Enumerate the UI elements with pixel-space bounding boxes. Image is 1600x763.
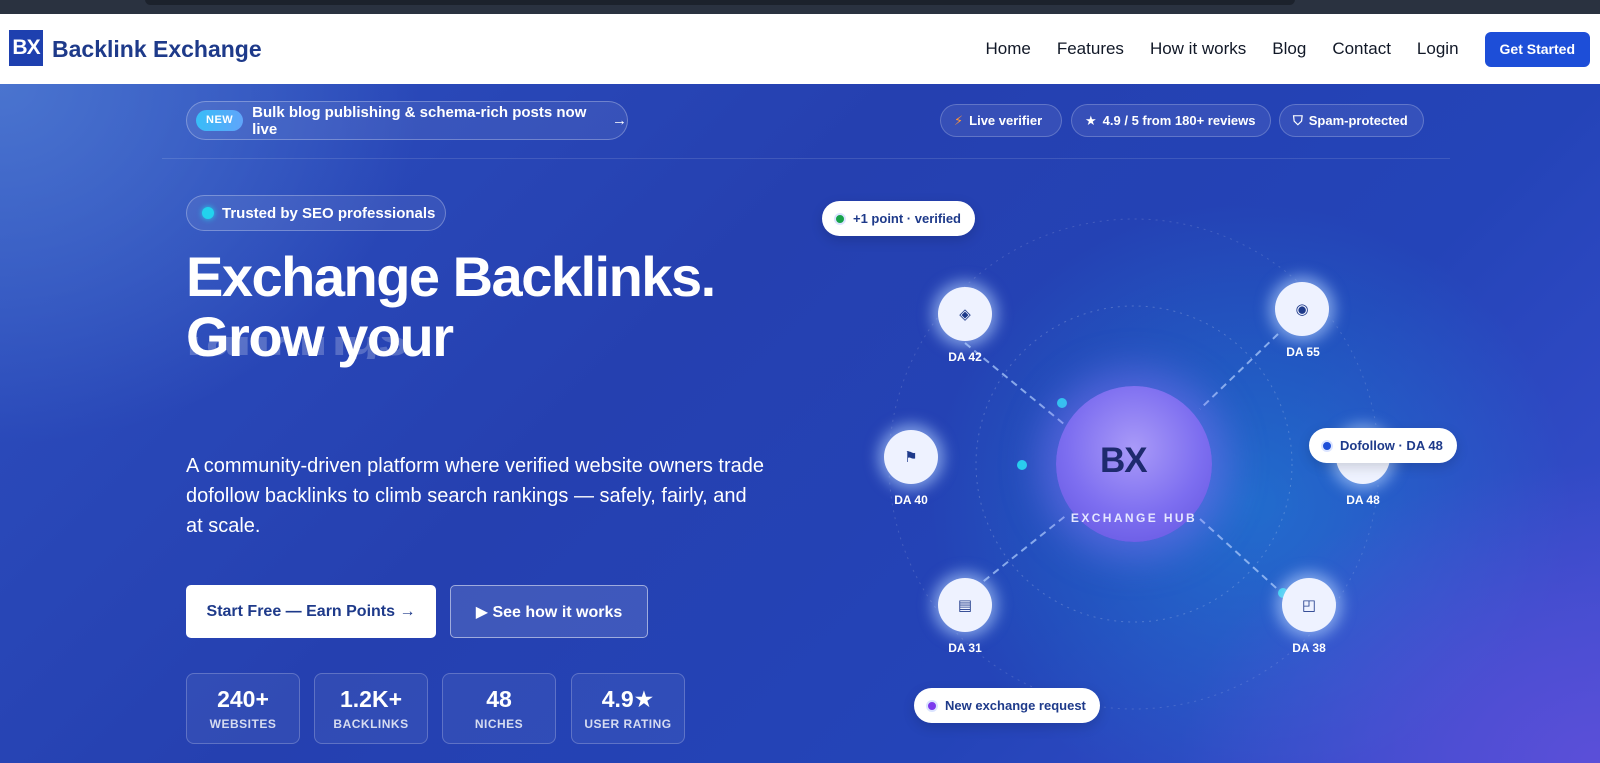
toast-text: New exchange request — [945, 698, 1086, 713]
node-label: DA 40 — [894, 493, 928, 507]
nav-link-login[interactable]: Login — [1417, 39, 1459, 59]
stat-value: 4.9★ — [601, 686, 655, 712]
top-navigation: BX Backlink Exchange Home Features How i… — [0, 14, 1600, 84]
layout-icon: ◰ — [1282, 578, 1336, 632]
link-line — [1199, 518, 1286, 597]
stat-niches: 48 NICHES — [442, 673, 556, 744]
node-label: DA 42 — [948, 350, 982, 364]
toast-text: Dofollow · DA 48 — [1340, 438, 1443, 453]
start-free-button[interactable]: Start Free — Earn Points → — [186, 585, 436, 638]
toast-new-exchange-request: New exchange request — [914, 688, 1100, 723]
nav-link-how-it-works[interactable]: How it works — [1150, 39, 1246, 59]
announcement-text: Bulk blog publishing & schema-rich posts… — [252, 103, 587, 138]
stat-value: 48 — [486, 686, 512, 712]
stat-value: 240+ — [217, 686, 269, 712]
stat-label: WEBSITES — [209, 717, 277, 731]
headline-line-1: Exchange Backlinks. — [186, 245, 716, 308]
flag-icon: ⚑ — [884, 430, 938, 484]
node-label: DA 38 — [1292, 641, 1326, 655]
stat-label: NICHES — [474, 717, 524, 731]
packet-dot — [1057, 398, 1067, 408]
get-started-button[interactable]: Get Started — [1484, 31, 1590, 67]
nav-links: Home Features How it works Blog Contact … — [959, 14, 1600, 84]
nav-link-blog[interactable]: Blog — [1272, 39, 1306, 59]
toast-point-verified: +1 point · verified — [822, 201, 975, 236]
announcement-banner[interactable]: NEW Bulk blog publishing & schema-rich p… — [186, 101, 628, 140]
stat-label: BACKLINKS — [333, 717, 409, 731]
new-badge: NEW — [196, 110, 244, 131]
status-dot-icon — [834, 212, 846, 225]
browser-top-bar — [0, 0, 1600, 14]
diamond-icon: ◈ — [938, 287, 992, 341]
arrow-right-icon: → — [612, 112, 627, 129]
node-label: DA 48 — [1346, 493, 1380, 507]
packet-dot — [1017, 460, 1027, 470]
status-dot-icon — [202, 207, 214, 219]
stat-user-rating: 4.9★ USER RATING — [571, 673, 685, 744]
hub-logo: BX — [1100, 441, 1148, 480]
status-dot-icon — [1321, 439, 1333, 452]
toast-dofollow: Dofollow · DA 48 — [1309, 428, 1457, 463]
stat-backlinks: 1.2K+ BACKLINKS — [314, 673, 428, 744]
hero-description: A community-driven platform where verifi… — [186, 455, 765, 537]
hub-label: EXCHANGE HUB — [1070, 511, 1198, 525]
logo-icon[interactable]: BX — [9, 30, 43, 66]
stat-value: 1.2K+ — [339, 686, 402, 712]
see-how-it-works-button[interactable]: ▶ See how it works — [450, 585, 648, 638]
node-label: DA 55 — [1286, 345, 1320, 359]
nav-link-features[interactable]: Features — [1057, 39, 1124, 59]
browser-address-pill — [145, 0, 1295, 5]
stat-label: USER RATING — [584, 717, 672, 731]
stat-websites: 240+ WEBSITES — [186, 673, 300, 744]
hero-section: NEW Bulk blog publishing & schema-rich p… — [0, 84, 1600, 763]
node-label: DA 31 — [948, 641, 982, 655]
nav-link-contact[interactable]: Contact — [1332, 39, 1391, 59]
trusted-text: Trusted by SEO professionals — [222, 204, 436, 222]
brand-name[interactable]: Backlink Exchange — [52, 36, 262, 63]
target-icon: ◉ — [1275, 282, 1329, 336]
toast-text: +1 point · verified — [853, 211, 961, 226]
rotating-word-text: rankings — [186, 337, 409, 359]
status-dot-icon — [926, 699, 938, 712]
trusted-badge: Trusted by SEO professionals — [186, 195, 446, 231]
headline-rotating-word: rankings — [186, 337, 486, 359]
nav-link-home[interactable]: Home — [985, 39, 1030, 59]
document-icon: ▤ — [938, 578, 992, 632]
